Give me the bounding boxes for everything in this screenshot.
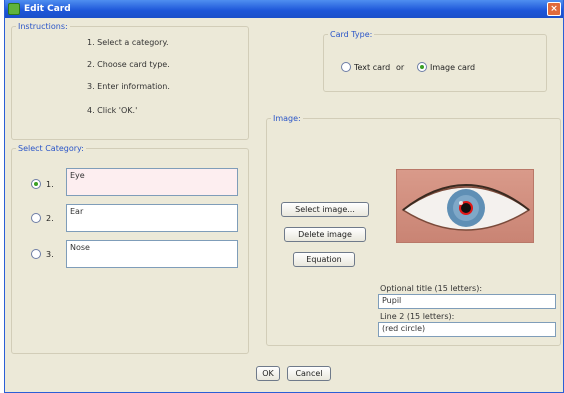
image-card-radio[interactable] — [417, 62, 427, 72]
text-card-label[interactable]: Text card — [354, 63, 390, 72]
window-title: Edit Card — [24, 4, 71, 14]
instruction-step-2: 2. Choose card type. — [87, 60, 170, 69]
eye-photo-icon — [401, 184, 531, 231]
image-card-label[interactable]: Image card — [430, 63, 475, 72]
card-type-legend: Card Type: — [330, 30, 373, 39]
category-field-1[interactable]: Eye — [66, 168, 238, 196]
card-image-preview — [396, 169, 534, 243]
equation-button[interactable]: Equation — [293, 252, 355, 267]
ok-button[interactable]: OK — [256, 366, 280, 381]
or-label: or — [396, 63, 405, 72]
instructions-legend: Instructions: — [18, 22, 68, 31]
edit-card-dialog: Edit Card × Instructions: 1. Select a ca… — [4, 0, 564, 393]
category-field-3[interactable]: Nose — [66, 240, 238, 268]
category-legend: Select Category: — [18, 144, 84, 153]
category-radio-1[interactable] — [31, 179, 41, 189]
app-icon — [8, 3, 20, 15]
select-image-button[interactable]: Select image... — [281, 202, 369, 217]
category-num-3: 3. — [46, 250, 54, 259]
optional-title-label: Optional title (15 letters): — [380, 284, 483, 293]
image-legend: Image: — [273, 114, 301, 123]
text-card-radio[interactable] — [341, 62, 351, 72]
category-radio-3[interactable] — [31, 249, 41, 259]
title-bar[interactable]: Edit Card × — [5, 0, 563, 18]
close-icon[interactable]: × — [547, 2, 561, 16]
instruction-step-4: 4. Click 'OK.' — [87, 106, 138, 115]
line2-field[interactable]: (red circle) — [378, 322, 556, 337]
line2-label: Line 2 (15 letters): — [380, 312, 455, 321]
card-type-panel: Card Type: — [323, 30, 547, 92]
category-field-2[interactable]: Ear — [66, 204, 238, 232]
category-num-1: 1. — [46, 180, 54, 189]
category-num-2: 2. — [46, 214, 54, 223]
instruction-step-1: 1. Select a category. — [87, 38, 169, 47]
delete-image-button[interactable]: Delete image — [284, 227, 366, 242]
instruction-step-3: 3. Enter information. — [87, 82, 170, 91]
cancel-button[interactable]: Cancel — [287, 366, 331, 381]
category-radio-2[interactable] — [31, 213, 41, 223]
optional-title-field[interactable]: Pupil — [378, 294, 556, 309]
